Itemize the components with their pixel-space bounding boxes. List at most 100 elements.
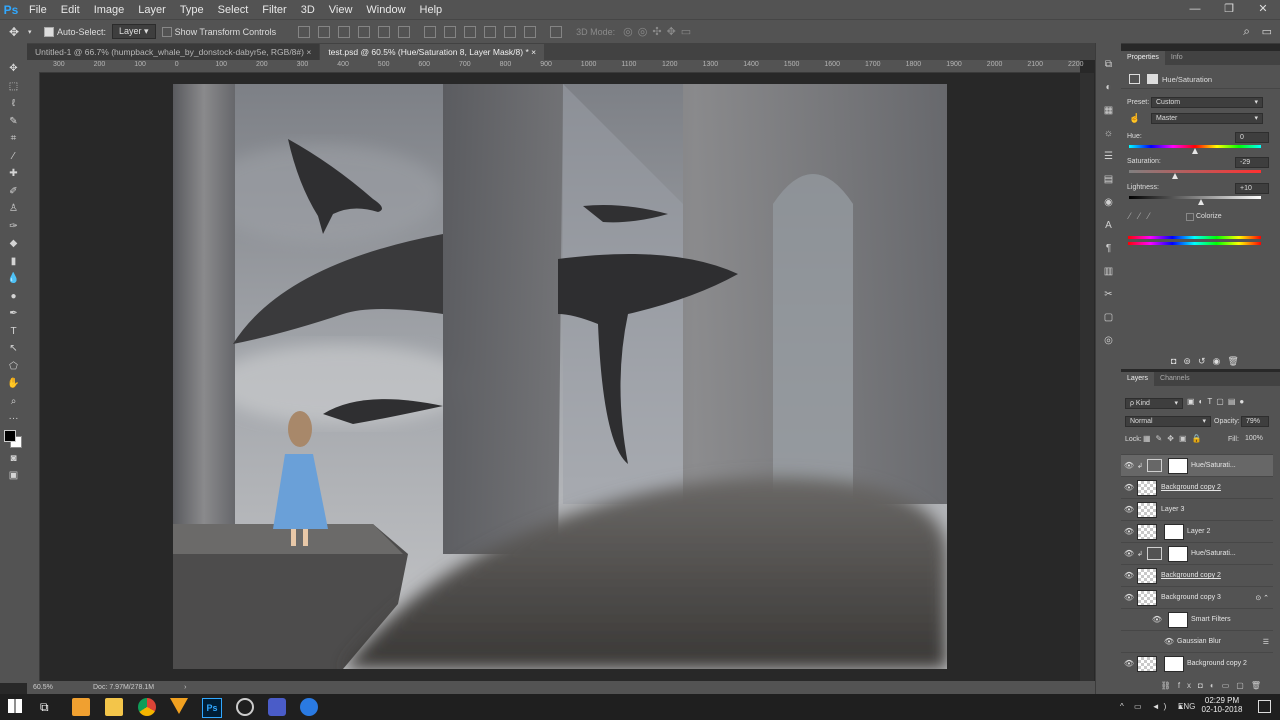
hand-tool-icon[interactable]: ✋ — [0, 375, 27, 393]
chevron-down-icon[interactable]: ▾ — [28, 28, 38, 36]
distribute-top-icon[interactable] — [424, 25, 437, 38]
auto-select-checkbox[interactable] — [44, 26, 57, 37]
foreground-color-swatch[interactable] — [4, 429, 16, 442]
layer-row[interactable]: 👁 ↲ Hue/Saturati... — [1121, 542, 1273, 564]
vlc-icon[interactable] — [170, 698, 188, 714]
blend-mode-dropdown[interactable]: Normal ▾ — [1125, 416, 1211, 427]
language-indicator[interactable]: ENG — [1178, 702, 1195, 711]
transform-controls-checkbox[interactable] — [161, 26, 175, 37]
stamp-tool-icon[interactable]: ♙ — [0, 200, 27, 218]
align-vcenter-icon[interactable] — [318, 25, 331, 38]
character-icon[interactable]: A — [1096, 214, 1121, 237]
colorize-checkbox[interactable] — [1186, 213, 1194, 221]
eye-icon[interactable]: 👁 — [1121, 659, 1137, 668]
move-tool-icon[interactable]: ✥ — [0, 25, 28, 39]
minimize-button[interactable]: — — [1178, 0, 1212, 19]
dodge-tool-icon[interactable]: ● — [0, 288, 27, 306]
notifications-icon[interactable] — [1258, 700, 1271, 713]
align-hcenter-icon[interactable] — [378, 25, 391, 38]
hue-input[interactable]: 0 — [1235, 132, 1269, 143]
smart-filter-icon[interactable]: ⊙ ⌃ — [1255, 594, 1269, 602]
align-right-icon[interactable] — [398, 25, 411, 38]
lightness-slider-thumb[interactable] — [1198, 199, 1205, 205]
smart-filter-mask-thumbnail[interactable] — [1168, 611, 1188, 628]
tab-layers[interactable]: Layers — [1121, 372, 1155, 386]
search-icon[interactable]: ⌕ — [1243, 24, 1250, 39]
align-bottom-icon[interactable] — [338, 25, 351, 38]
align-left-icon[interactable] — [358, 25, 371, 38]
tab-untitled-1[interactable]: Untitled-1 @ 66.7% (humpback_whale_by_do… — [27, 44, 320, 60]
distribute-hcenter-icon[interactable] — [504, 25, 517, 38]
shape-tool-icon[interactable]: ⬠ — [0, 358, 27, 376]
close-tab-icon[interactable]: × — [531, 47, 536, 57]
adjustments-icon[interactable]: ☼ — [1096, 122, 1121, 145]
tab-info[interactable]: Info — [1165, 51, 1189, 65]
layer-row[interactable]: 👁 Background copy 2 — [1121, 564, 1273, 586]
styles-icon[interactable]: ☰ — [1096, 145, 1121, 168]
crop-tool-icon[interactable]: ⌗ — [0, 130, 27, 148]
layer-thumbnail[interactable] — [1137, 567, 1157, 584]
layer-row[interactable]: 👁 Smart Filters — [1121, 608, 1273, 630]
history-icon[interactable]: ⧉ — [1096, 53, 1121, 76]
quick-mask-icon[interactable]: ◙ — [0, 450, 27, 468]
menu-edit[interactable]: Edit — [54, 4, 87, 16]
properties-footer-icons[interactable]: ◘⊚↺◉🗑 — [1171, 356, 1246, 367]
layer-row[interactable]: 👁 Background copy 2 — [1121, 652, 1273, 674]
eye-icon[interactable]: 👁 — [1121, 571, 1137, 580]
menu-layer[interactable]: Layer — [131, 4, 173, 16]
preset-dropdown[interactable]: Custom ▾ — [1151, 97, 1263, 108]
auto-select-dropdown[interactable]: Layer ▾ — [112, 24, 156, 39]
menu-view[interactable]: View — [322, 4, 360, 16]
layer-mask-thumbnail[interactable] — [1168, 457, 1188, 474]
libraries-icon[interactable]: ▤ — [1096, 168, 1121, 191]
layer-thumbnail[interactable] — [1137, 655, 1157, 672]
close-button[interactable]: ✕ — [1246, 0, 1280, 19]
saturation-slider[interactable] — [1129, 170, 1261, 173]
gradient-tool-icon[interactable]: ▮ — [0, 253, 27, 271]
menu-3d[interactable]: 3D — [294, 4, 322, 16]
file-explorer-icon[interactable] — [105, 698, 123, 716]
history-brush-icon[interactable]: ✑ — [0, 218, 27, 236]
lock-icons[interactable]: ▦✎✥▣🔒 — [1143, 434, 1206, 443]
menu-file[interactable]: File — [22, 4, 54, 16]
saturation-input[interactable]: -29 — [1235, 157, 1269, 168]
layer-mask-thumbnail[interactable] — [1168, 545, 1188, 562]
filter-options-icon[interactable]: ☰ — [1263, 638, 1269, 646]
layer-thumbnail[interactable] — [1137, 523, 1157, 540]
store-icon[interactable] — [72, 698, 90, 716]
workspace-icon[interactable]: ▭ — [1262, 25, 1272, 38]
discord-icon[interactable] — [268, 698, 286, 716]
browser-icon[interactable] — [300, 698, 318, 716]
task-view-icon[interactable]: ⧉ — [40, 698, 58, 716]
eye-icon[interactable]: 👁 — [1149, 615, 1165, 624]
quick-select-tool-icon[interactable]: ✎ — [0, 113, 27, 131]
windows-start-icon[interactable] — [8, 699, 22, 713]
layer-row[interactable]: 👁 Gaussian Blur ☰ — [1121, 630, 1273, 652]
eye-icon[interactable]: 👁 — [1121, 549, 1137, 558]
layer-thumbnail[interactable] — [1137, 589, 1157, 606]
vertical-scrollbar[interactable] — [1080, 73, 1094, 681]
align-top-icon[interactable] — [298, 25, 311, 38]
color-icon[interactable]: ◐ — [1096, 76, 1121, 99]
menu-image[interactable]: Image — [87, 4, 132, 16]
eye-icon[interactable]: 👁 — [1121, 593, 1137, 602]
layer-thumbnail[interactable] — [1137, 479, 1157, 496]
document-canvas[interactable] — [173, 84, 947, 669]
layer-row[interactable]: 👁 ↲ Hue/Saturati... — [1121, 454, 1273, 476]
paragraph-icon[interactable]: ¶ — [1096, 237, 1121, 260]
layer-filter-dropdown[interactable]: ρ Kind ▾ — [1125, 398, 1183, 409]
app-icon[interactable] — [236, 698, 254, 716]
swatches-icon[interactable]: ▦ — [1096, 99, 1121, 122]
3d-icon[interactable]: ◎ — [1096, 329, 1121, 352]
lasso-tool-icon[interactable]: ℓ — [0, 95, 27, 113]
distribute-left-icon[interactable] — [484, 25, 497, 38]
layer-row[interactable]: 👁 Layer 2 — [1121, 520, 1273, 542]
zoom-level[interactable]: 60.5% — [33, 684, 83, 691]
chrome-icon[interactable] — [138, 698, 156, 716]
layer-filter-icons[interactable]: ▣◐T▢▤● — [1187, 397, 1248, 406]
layer-comps-icon[interactable]: ▥ — [1096, 260, 1121, 283]
menu-type[interactable]: Type — [173, 4, 211, 16]
tool-presets-icon[interactable]: ✂ — [1096, 283, 1121, 306]
distribute-right-icon[interactable] — [524, 25, 537, 38]
eye-icon[interactable]: 👁 — [1121, 505, 1137, 514]
